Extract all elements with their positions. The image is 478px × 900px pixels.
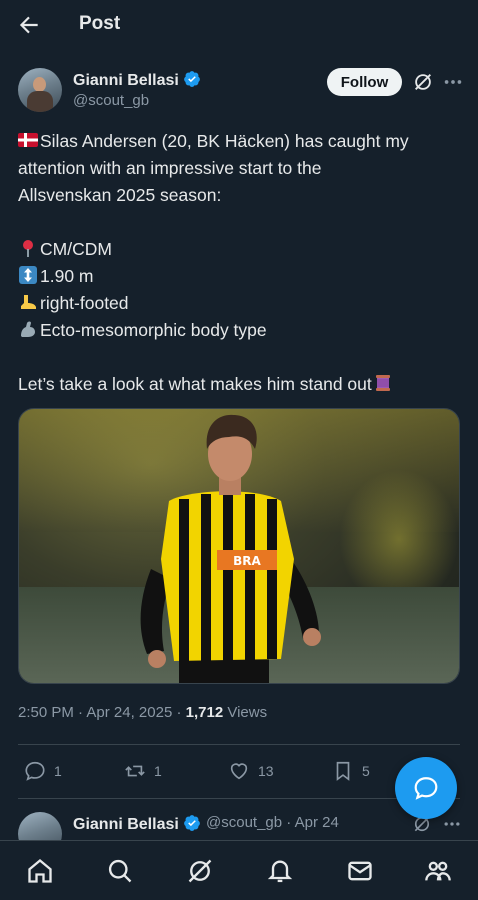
bookmark-icon	[336, 761, 350, 781]
post-line: Silas Andersen (20, BK Häcken) has caugh…	[18, 128, 464, 155]
bottom-navigation	[0, 840, 478, 900]
verified-badge-icon	[183, 815, 200, 831]
author-name[interactable]: Gianni Bellasi	[73, 70, 201, 90]
mechanical-arm-icon	[21, 321, 35, 337]
reply-button[interactable]: 1	[24, 758, 62, 784]
post-time: 2:50 PM	[18, 704, 74, 721]
divider	[18, 798, 460, 799]
bookmark-button[interactable]: 5	[332, 758, 370, 784]
verified-badge-icon	[183, 71, 200, 87]
repost-button[interactable]: 1	[124, 758, 162, 784]
reply-handle-date: @scout_gb · Apr 24	[206, 814, 339, 831]
page-title: Post	[79, 13, 121, 34]
denmark-flag-icon	[18, 133, 38, 147]
like-button[interactable]: 13	[228, 758, 274, 784]
heart-icon	[230, 763, 248, 780]
post-line: Let’s take a look at what makes him stan…	[18, 371, 464, 398]
home-icon[interactable]	[26, 857, 54, 885]
post-author: Gianni Bellasi @scout_gb Follow	[18, 68, 464, 114]
post-line: 1.90 m	[18, 263, 464, 290]
post-image[interactable]: BRA	[18, 408, 460, 684]
svg-text:BRA: BRA	[233, 554, 261, 568]
post-line: Allsvenskan 2025 season:	[18, 185, 222, 205]
arrow-left-icon[interactable]	[16, 12, 42, 38]
views-label: Views	[227, 704, 268, 721]
avatar[interactable]	[18, 68, 62, 112]
post-line: right-footed	[18, 290, 464, 317]
post-line: attention with an impressive start to th…	[18, 158, 322, 178]
reply-icon	[25, 761, 45, 781]
thread-spool-icon	[375, 375, 390, 391]
post-line: CM/CDM	[18, 236, 464, 263]
grok-icon[interactable]	[186, 857, 214, 885]
more-options-icon[interactable]	[442, 71, 464, 93]
post-date: Apr 24, 2025	[86, 704, 173, 721]
bell-icon[interactable]	[266, 857, 294, 885]
divider	[18, 744, 460, 745]
follow-button[interactable]: Follow	[327, 68, 402, 96]
repost-icon	[125, 765, 145, 777]
grok-icon[interactable]	[412, 71, 434, 93]
communities-icon[interactable]	[424, 857, 452, 885]
views-count[interactable]: 1,712	[186, 704, 224, 721]
pin-icon	[23, 240, 33, 257]
reply-compose-button[interactable]	[395, 757, 457, 819]
search-icon[interactable]	[106, 857, 134, 885]
post-text: Silas Andersen (20, BK Häcken) has caugh…	[18, 128, 464, 398]
more-options-icon[interactable]	[442, 814, 462, 834]
post-metadata: 2:50 PM · Apr 24, 2025 · 1,712 Views	[18, 704, 268, 721]
chat-bubble-icon	[414, 777, 438, 800]
foot-icon	[21, 295, 36, 309]
up-down-arrow-icon	[19, 266, 37, 284]
post-actions: 1 1 13 5	[18, 758, 460, 784]
reply-author-name[interactable]: Gianni Bellasi	[73, 814, 201, 834]
top-bar: Post	[0, 0, 478, 50]
author-handle[interactable]: @scout_gb	[73, 92, 149, 109]
mail-icon[interactable]	[346, 857, 374, 885]
player-illustration: BRA	[140, 414, 321, 683]
post-line: Ecto-mesomorphic body type	[18, 317, 464, 344]
